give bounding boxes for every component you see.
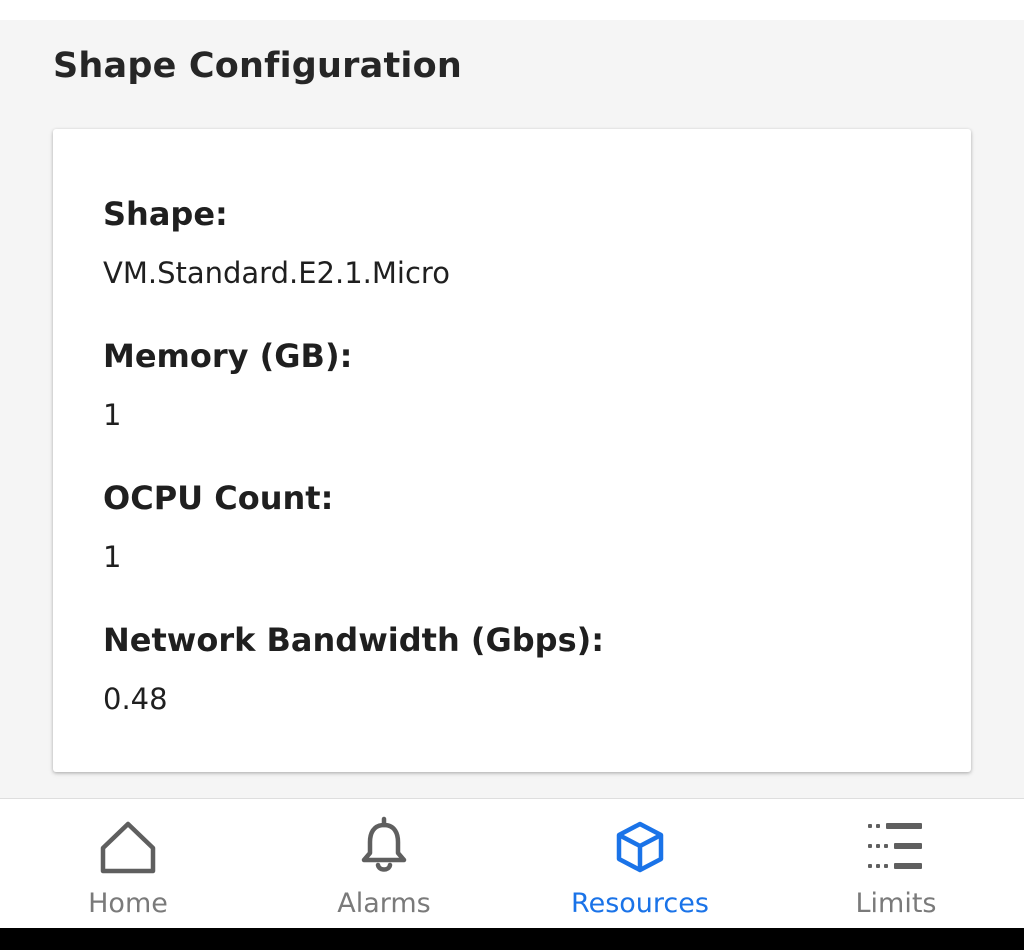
nav-item-resources[interactable]: Resources bbox=[512, 799, 768, 929]
nav-item-limits[interactable]: Limits bbox=[768, 799, 1024, 929]
shape-label: Shape: bbox=[103, 195, 228, 233]
top-strip bbox=[0, 0, 1024, 20]
shape-config-card: Shape: VM.Standard.E2.1.Micro Memory (GB… bbox=[53, 129, 971, 772]
memory-value: 1 bbox=[103, 398, 122, 432]
ocpu-count-value: 1 bbox=[103, 540, 122, 574]
bottom-navigation: Home Alarms Resources Limits bbox=[0, 798, 1024, 928]
nav-item-alarms[interactable]: Alarms bbox=[256, 799, 512, 929]
list-icon bbox=[868, 823, 922, 869]
ocpu-count-label: OCPU Count: bbox=[103, 479, 334, 517]
home-icon bbox=[100, 821, 156, 874]
network-bandwidth-value: 0.48 bbox=[103, 682, 168, 716]
content-area: Shape Configuration Shape: VM.Standard.E… bbox=[0, 20, 1024, 798]
cube-icon bbox=[616, 821, 664, 873]
section-title: Shape Configuration bbox=[53, 46, 462, 86]
nav-label-limits: Limits bbox=[855, 888, 937, 919]
nav-label-alarms: Alarms bbox=[337, 888, 431, 919]
network-bandwidth-label: Network Bandwidth (Gbps): bbox=[103, 621, 605, 659]
nav-item-home[interactable]: Home bbox=[0, 799, 256, 929]
shape-value: VM.Standard.E2.1.Micro bbox=[103, 256, 450, 290]
nav-label-resources: Resources bbox=[571, 888, 709, 919]
bell-icon bbox=[361, 816, 407, 872]
memory-label: Memory (GB): bbox=[103, 337, 353, 375]
nav-label-home: Home bbox=[88, 888, 168, 919]
